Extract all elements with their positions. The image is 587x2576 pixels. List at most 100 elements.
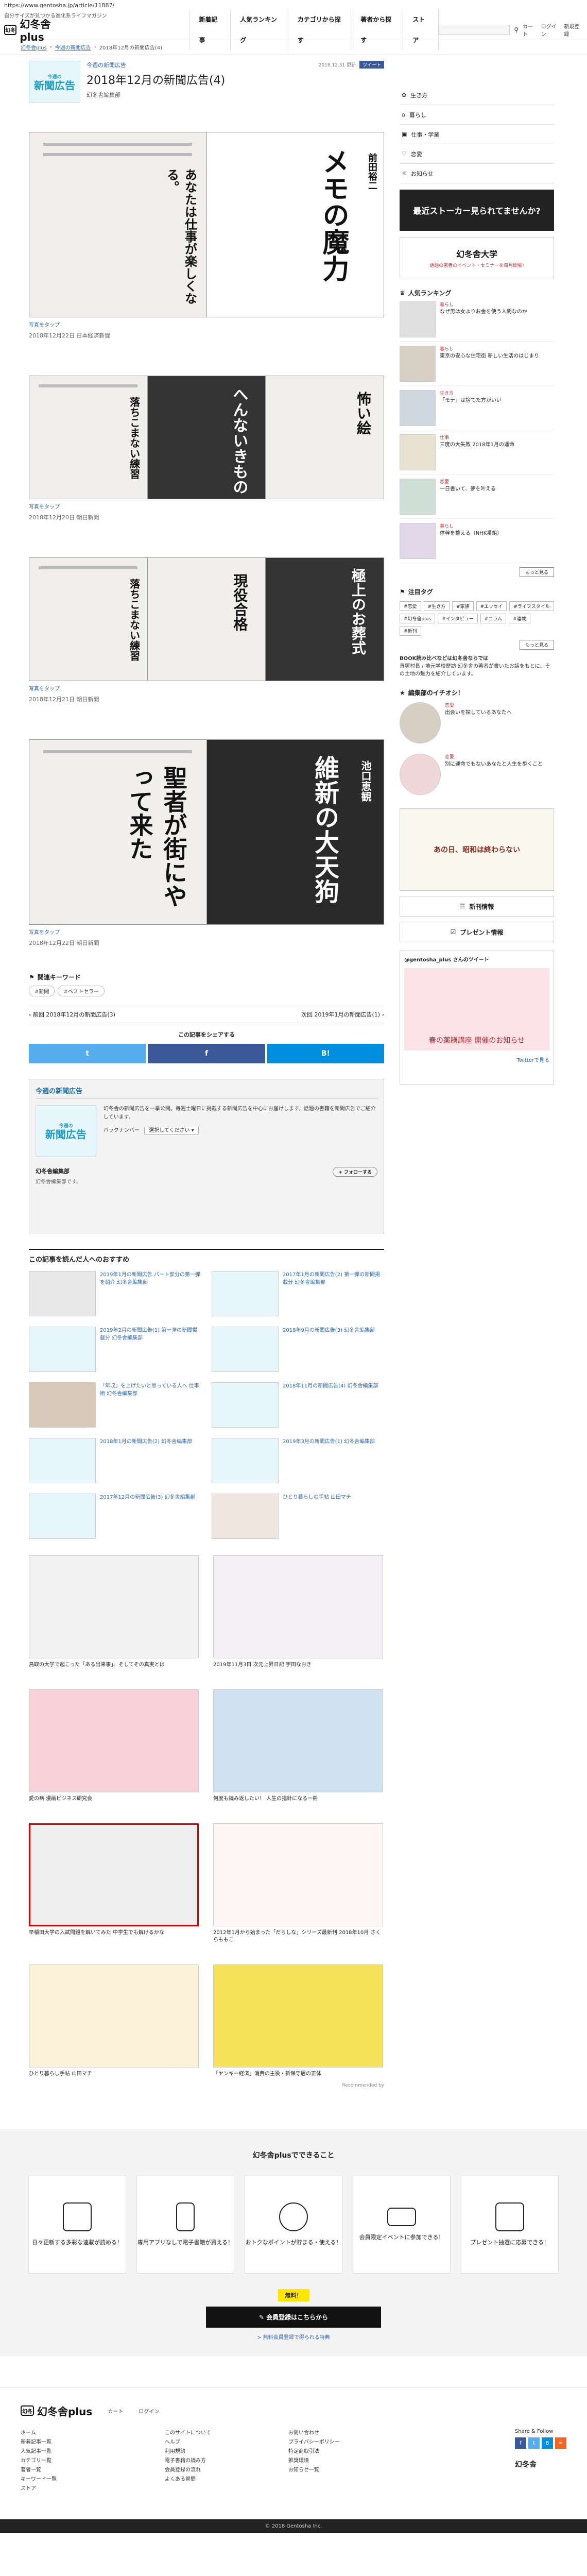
ranking-item[interactable]: 生き方 「モテ」は捨てた方がいい — [400, 390, 554, 430]
series-thumbnail[interactable]: 今週の 新聞広告 — [29, 61, 80, 103]
category-item-work[interactable]: ▣ 仕事・学業 — [400, 125, 554, 144]
prev-article-link[interactable]: ‹ 前回 2018年12月の新聞広告(3) — [29, 1010, 115, 1019]
twitter-icon[interactable]: t — [528, 2437, 540, 2449]
recommend-item[interactable]: 2019年1月の新聞広告 パート部分の第一弾を紹介 幻冬舎編集部 — [29, 1271, 201, 1317]
ad-image[interactable]: あなたは仕事が楽しくなる。 メモの魔力 前田裕二 — [29, 132, 384, 317]
present-button[interactable]: ☑ プレゼント情報 — [400, 922, 554, 942]
large-recommend-item[interactable]: 2019年11月3日 次元上昇日記 宇田なおき — [213, 1555, 384, 1669]
signup-benefits-link[interactable]: > 無料会員登録で得られる特典 — [0, 2333, 587, 2341]
nav-store[interactable]: ストア — [403, 9, 439, 50]
signup-button[interactable]: ✎ 会員登録はこちらから — [206, 2307, 381, 2328]
nav-ranking[interactable]: 人気ランキング — [230, 9, 287, 50]
tag-pill[interactable]: #エッセイ — [476, 601, 507, 611]
footer-logo[interactable]: 幻冬 幻冬舎plus — [21, 2403, 92, 2418]
footer-link[interactable]: 新着記事一覧 — [21, 2438, 124, 2447]
series-info-thumbnail[interactable]: 今週の 新聞広告 — [36, 1105, 96, 1157]
backnumber-select[interactable]: 選択してください ▾ — [144, 1127, 199, 1134]
recommend-item[interactable]: 2018年9月の新聞広告(3) 幻冬舎編集部 — [212, 1327, 384, 1373]
recommend-item[interactable]: 2018年11月の新聞広告(4) 幻冬舎編集部 — [212, 1382, 384, 1429]
hatena-share-button[interactable]: B! — [267, 1044, 384, 1063]
follow-button[interactable]: + フォローする — [333, 1167, 377, 1177]
twitter-follow-link[interactable]: Twitterで見る — [404, 1056, 549, 1063]
rss-icon[interactable]: ≡ — [555, 2437, 566, 2449]
ad-caption[interactable]: 写真をタップ — [29, 684, 384, 692]
ranking-item[interactable]: 仕事 三度の大失敗 2018年1月の運命 — [400, 434, 554, 474]
footer-link[interactable]: 人気記事一覧 — [21, 2447, 124, 2456]
twitter-timeline[interactable]: @gentosha_plus さんのツイート 春の薬膳講座 開催のお知らせ Tw… — [400, 951, 554, 1084]
ranking-item[interactable]: 暮らし なぜ男は女よりお金を使う人間なのか — [400, 301, 554, 342]
footer-link[interactable]: カテゴリ一覧 — [21, 2456, 124, 2466]
tag-pill[interactable]: #恋愛 — [400, 601, 421, 611]
recommend-item[interactable]: 2019年2月の新聞広告(1) 第一弾の新聞掲載分 幻冬舎編集部 — [29, 1327, 201, 1373]
breadcrumb-series[interactable]: 今週の新聞広告 — [55, 43, 91, 51]
footer-link[interactable]: ヘルプ — [165, 2438, 268, 2447]
author-name[interactable]: 幻冬舎編集部 — [87, 91, 319, 99]
large-recommend-item[interactable]: 鳥取の大学で起こった「ある出来事」。そしてその真実とは — [29, 1555, 200, 1669]
category-item-news[interactable]: ☼ お知らせ — [400, 164, 554, 183]
cart-link[interactable]: カート — [523, 22, 537, 38]
footer-link[interactable]: 特定商取引法 — [288, 2447, 391, 2456]
large-recommend-item[interactable]: 何度も読み返したい！ 人生の指針になる一冊 — [213, 1689, 384, 1803]
series-link[interactable]: 今週の新聞広告 — [87, 61, 319, 69]
footer-link[interactable]: プライバシーポリシー — [288, 2438, 391, 2447]
tag-pill[interactable]: #連載 — [508, 614, 530, 623]
footer-link[interactable]: よくある質問 — [165, 2475, 268, 2484]
facebook-share-button[interactable]: f — [148, 1044, 265, 1063]
footer-link[interactable]: このサイトについて — [165, 2429, 268, 2438]
footer-link[interactable]: キーワード一覧 — [21, 2475, 124, 2484]
category-item-life[interactable]: ✿ 生き方 — [400, 86, 554, 105]
ad-caption[interactable]: 写真をタップ — [29, 928, 384, 936]
tag-pill[interactable]: #生き方 — [423, 601, 450, 611]
hatena-icon[interactable]: B — [542, 2437, 553, 2449]
recommend-item[interactable]: 2017年1月の新聞広告(2) 第一弾の新聞掲載分 幻冬舎編集部 — [212, 1271, 384, 1317]
ranking-item[interactable]: 暮らし 東京の安心な住宅街 新しい生活のはじまり — [400, 346, 554, 386]
tag-pill[interactable]: #新刊 — [400, 626, 421, 636]
company-logo[interactable]: 幻冬舎 — [515, 2459, 566, 2469]
recommend-item[interactable]: ひとり暮らしの手帖 山田マチ — [212, 1494, 384, 1540]
tag-pill[interactable]: #幻冬舎plus — [400, 614, 436, 623]
footer-link[interactable]: 著者一覧 — [21, 2466, 124, 2475]
tag-pill[interactable]: #ライフスタイル — [509, 601, 554, 611]
university-banner[interactable]: 幻冬舎大学 話題の著者のイベント・セミナーを毎月開催! — [400, 237, 554, 278]
footer-login-link[interactable]: ログイン — [139, 2407, 159, 2415]
large-recommend-item[interactable]: 「ヤンキー経済」消費の主役・新保守層の正体 — [213, 1964, 384, 2078]
tweet-mini-button[interactable]: ツイート — [359, 61, 384, 69]
tag-pill[interactable]: #インタビュー — [438, 614, 478, 623]
large-recommend-item[interactable]: ひとり暮らし手帖 山田マチ — [29, 1964, 200, 2078]
footer-link[interactable]: 推奨環境 — [288, 2456, 391, 2466]
tag-pill[interactable]: #コラム — [480, 614, 506, 623]
stalker-banner[interactable]: 最近ストーカー見られてませんか? — [400, 190, 554, 231]
nav-author[interactable]: 著者から探す — [351, 9, 403, 50]
nav-category[interactable]: カテゴリから探す — [287, 9, 351, 50]
ad-caption[interactable]: 写真をタップ — [29, 320, 384, 328]
ad-image[interactable]: 落ちこまない練習 へんないきもの 怖い絵 — [29, 376, 384, 499]
series-author-name[interactable]: 幻冬舎編集部 — [36, 1168, 70, 1175]
search-input[interactable] — [439, 24, 510, 35]
footer-link[interactable]: お知らせ一覧 — [288, 2466, 391, 2475]
footer-cart-link[interactable]: カート — [108, 2407, 123, 2415]
category-item-love[interactable]: ♡ 恋愛 — [400, 144, 554, 164]
series-info-title[interactable]: 今週の新聞広告 — [36, 1086, 377, 1099]
recommend-item[interactable]: 2018年1月の新聞広告(2) 幻冬舎編集部 — [29, 1438, 201, 1484]
recommend-item[interactable]: 2017年12月の新聞広告(3) 幻冬舎編集部 — [29, 1494, 201, 1540]
footer-link[interactable]: お問い合わせ — [288, 2429, 391, 2438]
next-article-link[interactable]: 次回 2019年1月の新聞広告(1) › — [301, 1010, 384, 1019]
footer-link[interactable]: 電子書籍の読み方 — [165, 2456, 268, 2466]
category-item-living[interactable]: ⌂ 暮らし — [400, 105, 554, 125]
ad-image[interactable]: 聖者が街にやって来た 維新の大天狗 池口恵観 — [29, 739, 384, 925]
ranking-item[interactable]: 暮らし 体幹を整える（NHK番組） — [400, 523, 554, 563]
breadcrumb-home[interactable]: 幻冬舎plus — [21, 43, 47, 51]
footer-link[interactable]: 利用規約 — [165, 2447, 268, 2456]
large-recommend-item[interactable]: 2012年1月から始まった「だらしな」シリーズ最新刊 2018年10月 さくらも… — [213, 1823, 384, 1944]
nav-new[interactable]: 新着記事 — [189, 9, 231, 50]
search-icon[interactable]: ⚲ — [514, 26, 519, 33]
recommend-item[interactable]: 「年収」を上げたいと思っている人へ 仕事術 幻冬舎編集部 — [29, 1382, 201, 1429]
facebook-icon[interactable]: f — [515, 2437, 526, 2449]
login-link[interactable]: ログイン — [541, 22, 560, 38]
tag-pill[interactable]: #家族 — [452, 601, 474, 611]
keyword-tag[interactable]: #新聞 — [29, 986, 55, 996]
footer-link[interactable]: ストア — [21, 2484, 124, 2494]
ranking-more-button[interactable]: もっと見る — [519, 567, 554, 577]
site-logo[interactable]: 幻冬 幻冬舎plus — [4, 16, 71, 43]
ad-image[interactable]: 落ちこまない練習 現役合格 極上のお葬式 — [29, 557, 384, 681]
